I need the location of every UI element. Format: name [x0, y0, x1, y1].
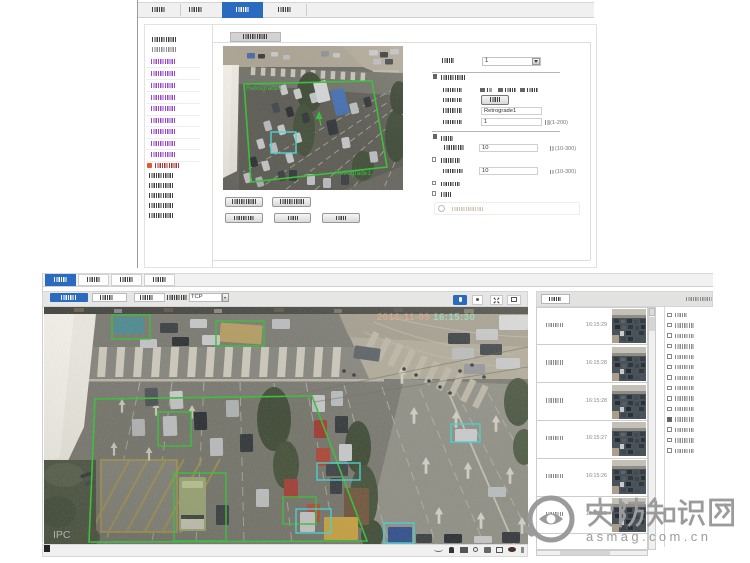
svg-text:asmag.com.cn: asmag.com.cn: [586, 529, 711, 544]
